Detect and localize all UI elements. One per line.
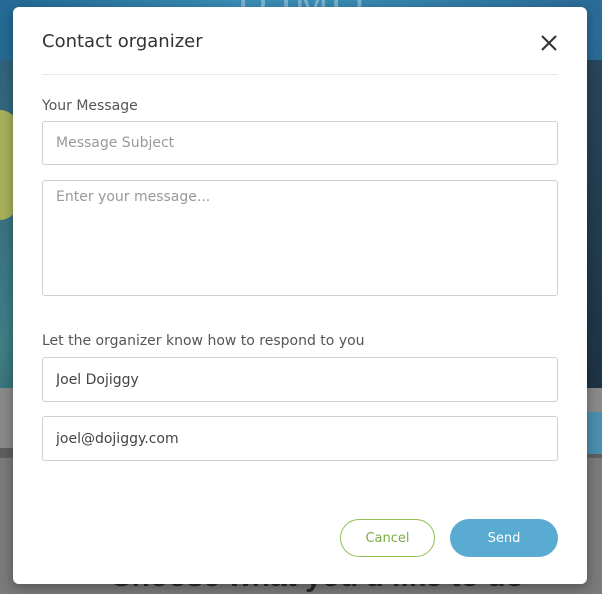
background-side-tab: [586, 412, 602, 454]
message-subject-input[interactable]: [42, 121, 558, 165]
header-divider: [42, 74, 558, 75]
message-body-textarea[interactable]: [42, 180, 558, 296]
close-icon: [541, 35, 557, 51]
cancel-button[interactable]: Cancel: [340, 519, 435, 557]
respond-label: Let the organizer know how to respond to…: [42, 333, 365, 349]
send-button[interactable]: Send: [450, 519, 558, 557]
close-button[interactable]: [538, 32, 560, 54]
name-input[interactable]: [42, 357, 558, 402]
email-input[interactable]: [42, 416, 558, 461]
your-message-label: Your Message: [42, 98, 138, 114]
contact-organizer-modal: Contact organizer Your Message Let the o…: [13, 7, 587, 584]
modal-title: Contact organizer: [42, 31, 203, 52]
